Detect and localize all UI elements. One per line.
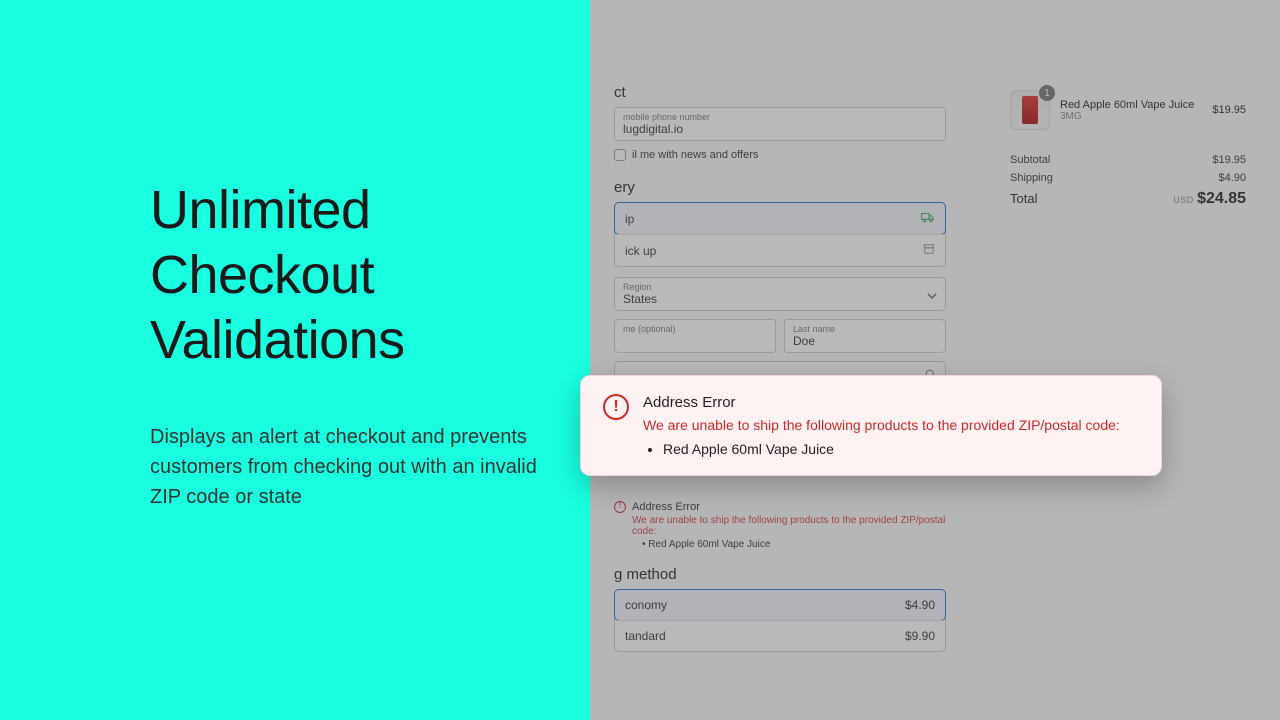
hero-subcopy: Displays an alert at checkout and preven… bbox=[150, 422, 550, 512]
callout-product-list: Red Apple 60ml Vape Juice bbox=[643, 441, 1139, 457]
error-icon: ! bbox=[603, 394, 629, 420]
address-error-callout: ! Address Error We are unable to ship th… bbox=[580, 375, 1162, 476]
callout-message: We are unable to ship the following prod… bbox=[643, 417, 1139, 433]
callout-product-item: Red Apple 60ml Vape Juice bbox=[663, 441, 1139, 457]
hero-headline: Unlimited Checkout Validations bbox=[150, 178, 405, 373]
callout-title: Address Error bbox=[643, 394, 1139, 411]
stage: ct mobile phone number lugdigital.io il … bbox=[0, 0, 1280, 720]
dim-overlay bbox=[590, 0, 1280, 720]
